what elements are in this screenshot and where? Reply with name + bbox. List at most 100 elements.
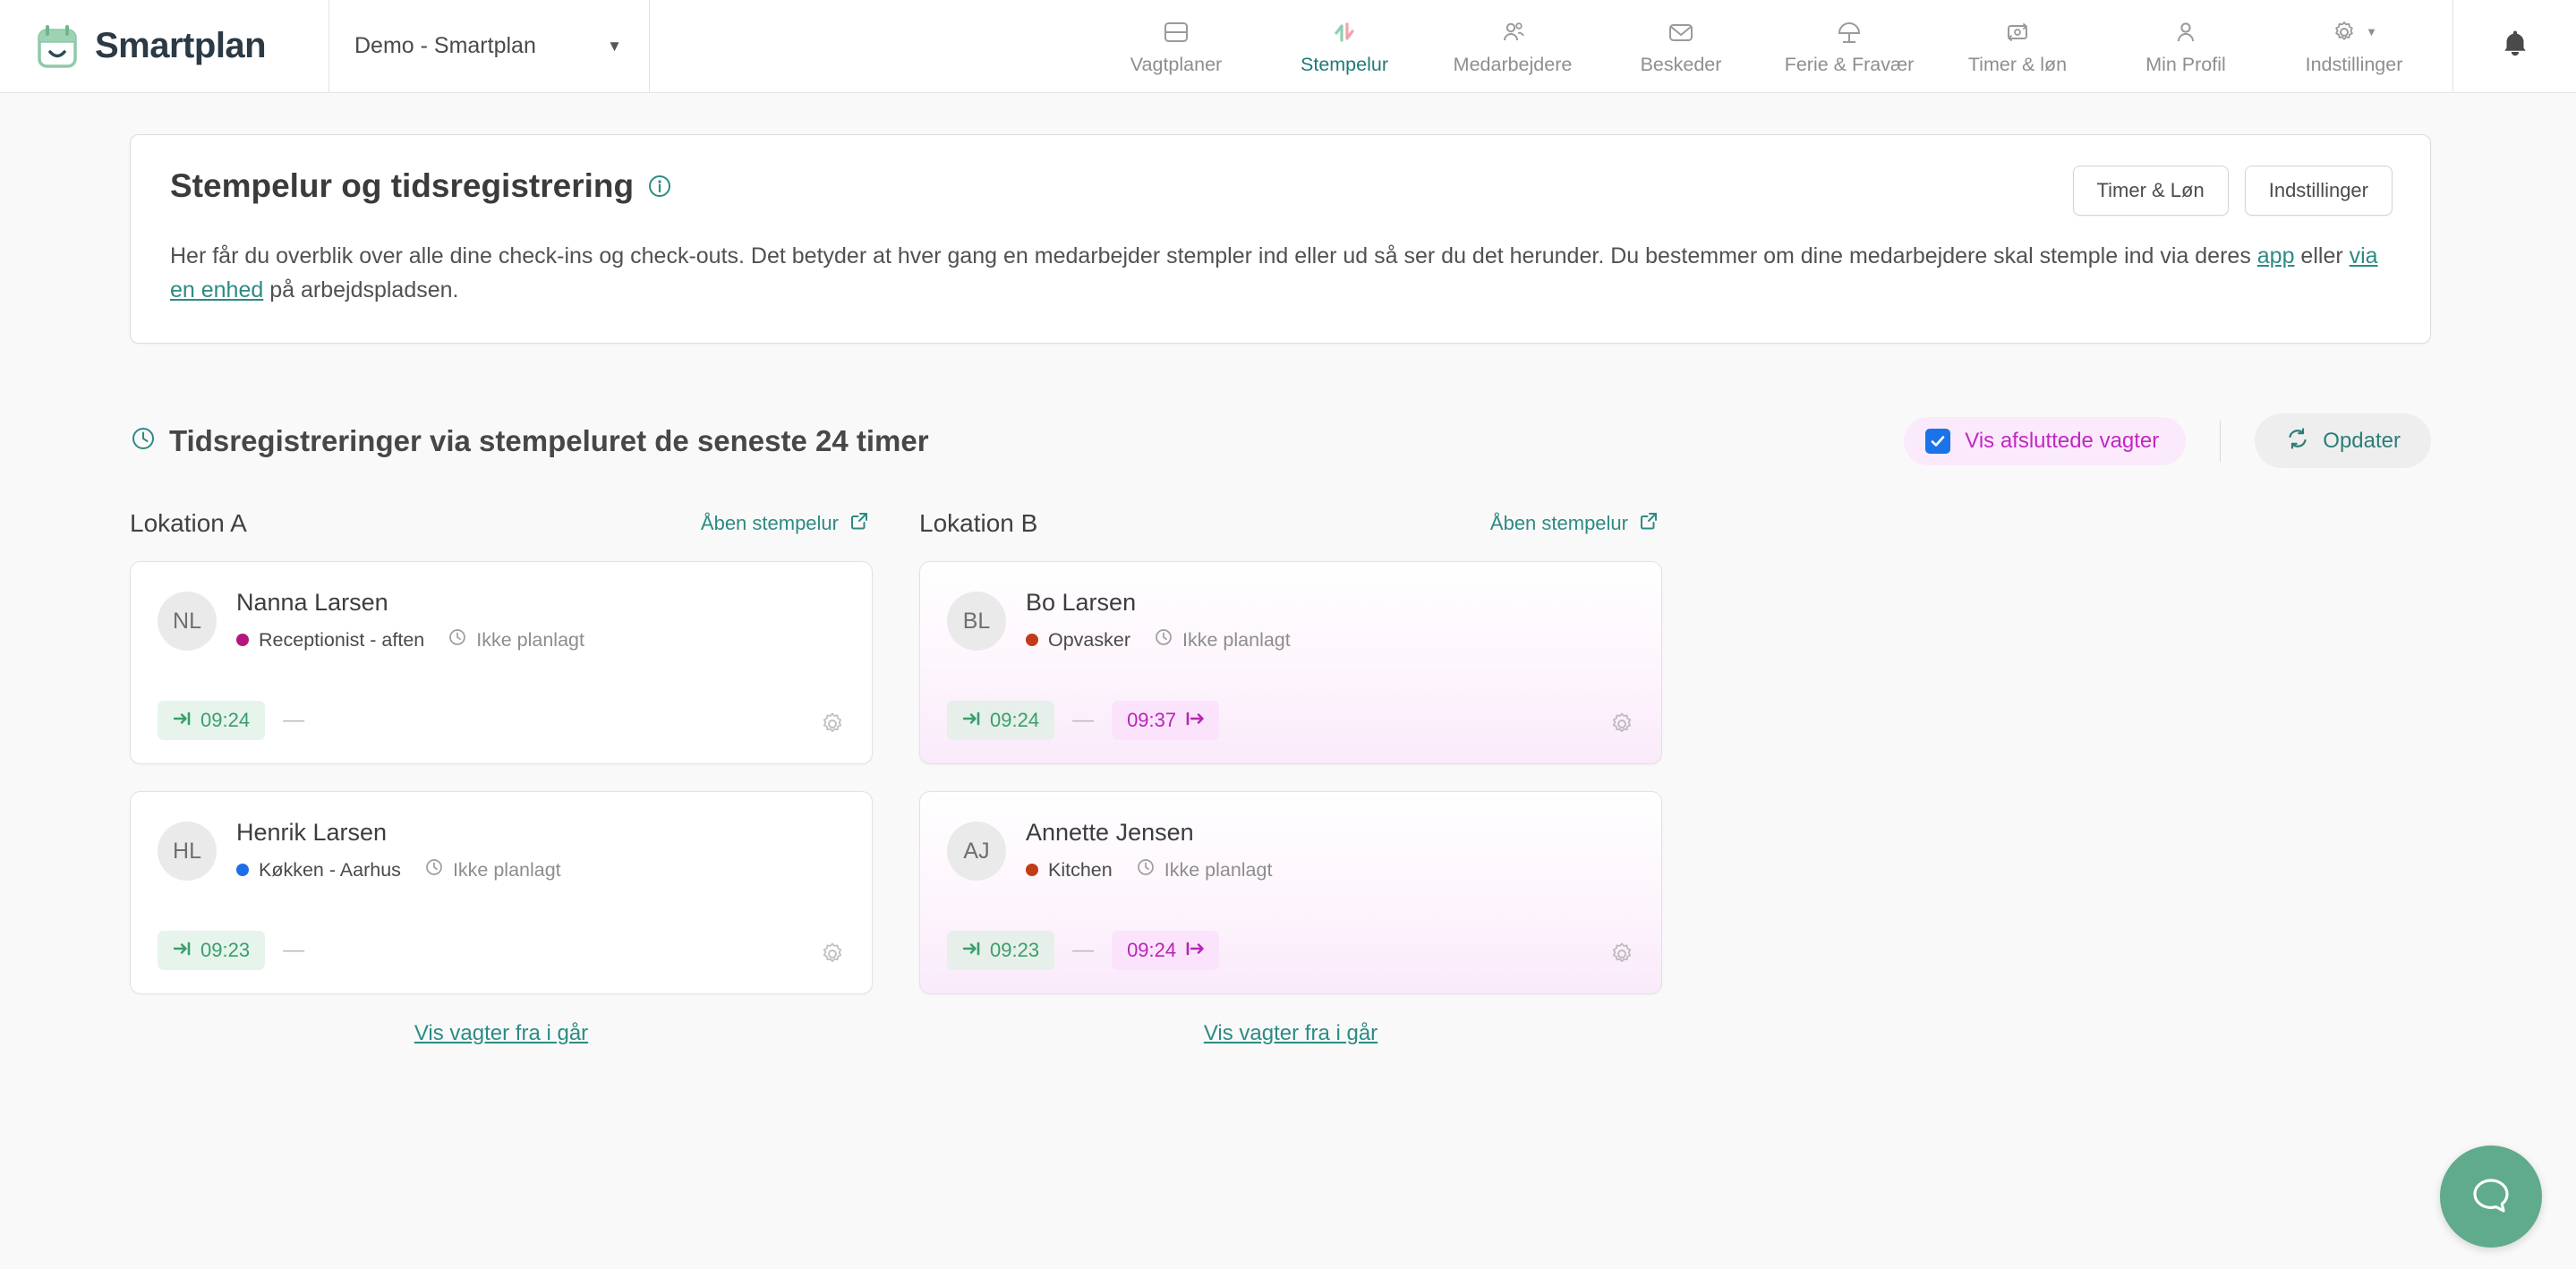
show-yesterday-link-a[interactable]: Vis vagter fra i går <box>414 1021 588 1046</box>
app-link[interactable]: app <box>2257 243 2295 268</box>
employee-name: Nanna Larsen <box>236 589 388 616</box>
entry-info: Bo Larsen Opvasker Ikke planlagt <box>1026 589 1291 652</box>
gear-icon: ▼ <box>2331 17 2377 47</box>
check-in-badge[interactable]: 09:23 <box>947 931 1055 970</box>
nav-item-beskeder[interactable]: Beskeder <box>1597 0 1765 93</box>
time-entry-card[interactable]: AJ Annette Jensen Kitchen Ikke planlagt … <box>919 791 1662 994</box>
notifications-button[interactable] <box>2452 0 2576 92</box>
plan-status: Ikke planlagt <box>424 857 561 882</box>
check-in-badge[interactable]: 09:23 <box>158 931 266 970</box>
plan-status-label: Ikke planlagt <box>1182 628 1291 651</box>
nav-item-vagtplaner[interactable]: Vagtplaner <box>1092 0 1260 93</box>
intro-text-part3: på arbejdspladsen. <box>263 277 459 302</box>
refresh-label: Opdater <box>2323 428 2401 453</box>
intro-text-part1: Her får du overblik over alle dine check… <box>170 243 2257 268</box>
employee-name: Bo Larsen <box>1026 589 1137 616</box>
check-out-time: 09:37 <box>1127 709 1177 731</box>
beach-umbrella-icon <box>1834 17 1864 47</box>
organization-selector[interactable]: Demo - Smartplan ▼ <box>329 0 650 92</box>
gear-icon[interactable] <box>818 940 847 968</box>
refresh-button[interactable]: Opdater <box>2255 413 2431 468</box>
check-out-badge[interactable]: 09:24 <box>1112 931 1220 970</box>
role-tag: Receptionist - aften <box>236 629 424 652</box>
section-title: Tidsregistreringer via stempeluret de se… <box>169 423 929 457</box>
time-payroll-icon <box>2002 17 2033 47</box>
intro-text-part2: eller <box>2294 243 2350 268</box>
nav-label: Min Profil <box>2145 53 2226 75</box>
timer-og-lon-button[interactable]: Timer & Løn <box>2072 166 2229 216</box>
intro-card-header: Stempelur og tidsregistrering <box>170 167 2391 205</box>
role-label: Opvasker <box>1048 628 1131 651</box>
calendar-smile-logo-icon <box>34 23 81 70</box>
open-punch-clock-link-a[interactable]: Åben stempelur <box>701 511 869 536</box>
clock-icon <box>1154 627 1173 652</box>
check-in-badge[interactable]: 09:24 <box>158 701 266 740</box>
time-entry-card[interactable]: HL Henrik Larsen Køkken - Aarhus Ikke pl… <box>130 791 873 994</box>
external-link-icon <box>1639 511 1659 536</box>
plan-status: Ikke planlagt <box>1136 857 1272 882</box>
entry-top: NL Nanna Larsen Receptionist - aften Ikk… <box>158 589 845 652</box>
arrow-out-icon <box>1184 939 1204 962</box>
nav-item-min-profil[interactable]: Min Profil <box>2102 0 2270 93</box>
check-in-time: 09:24 <box>990 709 1040 731</box>
gear-icon[interactable] <box>1608 940 1636 968</box>
brand-logo-area[interactable]: Smartplan <box>0 0 329 92</box>
nav-item-medarbejdere[interactable]: Medarbejdere <box>1429 0 1597 93</box>
show-yesterday-link-b[interactable]: Vis vagter fra i går <box>1204 1021 1378 1046</box>
nav-label: Timer & løn <box>1967 53 2068 75</box>
nav-item-indstillinger[interactable]: ▼ Indstillinger <box>2270 0 2438 93</box>
time-entry-card[interactable]: BL Bo Larsen Opvasker Ikke planlagt 09:2… <box>919 561 1662 764</box>
role-color-dot <box>236 634 249 646</box>
role-label: Receptionist - aften <box>259 628 425 651</box>
nav-label: Ferie & Fravær <box>1784 53 1915 75</box>
location-b-footer: Vis vagter fra i går <box>919 1021 1662 1046</box>
intro-description: Her får du overblik over alle dine check… <box>170 239 2391 307</box>
location-column-b: Lokation B Åben stempelur BL Bo Larsen O… <box>919 509 1662 1046</box>
avatar: NL <box>158 592 217 651</box>
role-color-dot <box>1026 634 1038 646</box>
avatar: AJ <box>947 822 1006 881</box>
page-content: Stempelur og tidsregistrering Timer & Lø… <box>0 134 2576 1046</box>
nav-item-ferie-fravaer[interactable]: Ferie & Fravær <box>1765 0 1933 93</box>
organization-selector-value: Demo - Smartplan <box>354 33 536 58</box>
gear-icon[interactable] <box>1608 710 1636 738</box>
arrow-in-icon <box>173 939 192 962</box>
arrow-in-icon <box>962 709 982 732</box>
locations-columns: Lokation A Åben stempelur NL Nanna Larse… <box>130 509 2431 1046</box>
controls-divider <box>2220 420 2222 462</box>
role-label: Kitchen <box>1048 858 1113 881</box>
info-circle-icon[interactable] <box>646 173 673 200</box>
time-separator: — <box>1072 938 1095 962</box>
time-separator: — <box>1072 708 1095 732</box>
show-completed-shifts-checkbox[interactable]: Vis afsluttede vagter <box>1904 416 2187 465</box>
indstillinger-button[interactable]: Indstillinger <box>2244 166 2393 216</box>
refresh-icon <box>2285 426 2310 456</box>
nav-label: Medarbejdere <box>1453 53 1573 75</box>
time-separator: — <box>283 708 305 732</box>
plan-status: Ikke planlagt <box>1154 627 1291 652</box>
entry-times: 09:23 — 09:24 <box>947 931 1634 970</box>
check-in-time: 09:23 <box>990 939 1040 961</box>
chevron-down-icon: ▼ <box>607 37 622 55</box>
check-out-time: 09:24 <box>1127 939 1177 961</box>
chat-bubble-icon <box>2467 1171 2515 1223</box>
arrow-in-icon <box>962 939 982 962</box>
chat-support-button[interactable] <box>2440 1146 2542 1248</box>
person-icon <box>2171 17 2201 47</box>
role-label: Køkken - Aarhus <box>259 858 401 881</box>
time-entry-card[interactable]: NL Nanna Larsen Receptionist - aften Ikk… <box>130 561 873 764</box>
entry-top: HL Henrik Larsen Køkken - Aarhus Ikke pl… <box>158 819 845 882</box>
nav-item-stempelur[interactable]: Stempelur <box>1260 0 1429 93</box>
page-title: Stempelur og tidsregistrering <box>170 167 635 204</box>
check-in-badge[interactable]: 09:24 <box>947 701 1055 740</box>
role-color-dot <box>236 864 249 876</box>
open-punch-clock-link-b[interactable]: Åben stempelur <box>1490 511 1659 536</box>
entry-top: BL Bo Larsen Opvasker Ikke planlagt <box>947 589 1634 652</box>
gear-icon[interactable] <box>818 710 847 738</box>
plan-status-label: Ikke planlagt <box>476 628 584 651</box>
nav-item-timer-lon[interactable]: Timer & løn <box>1933 0 2102 93</box>
entry-times: 09:24 — 09:37 <box>947 701 1634 740</box>
check-out-badge[interactable]: 09:37 <box>1112 701 1220 740</box>
envelope-icon <box>1666 17 1696 47</box>
registrations-section-header: Tidsregistreringer via stempeluret de se… <box>130 413 2431 468</box>
